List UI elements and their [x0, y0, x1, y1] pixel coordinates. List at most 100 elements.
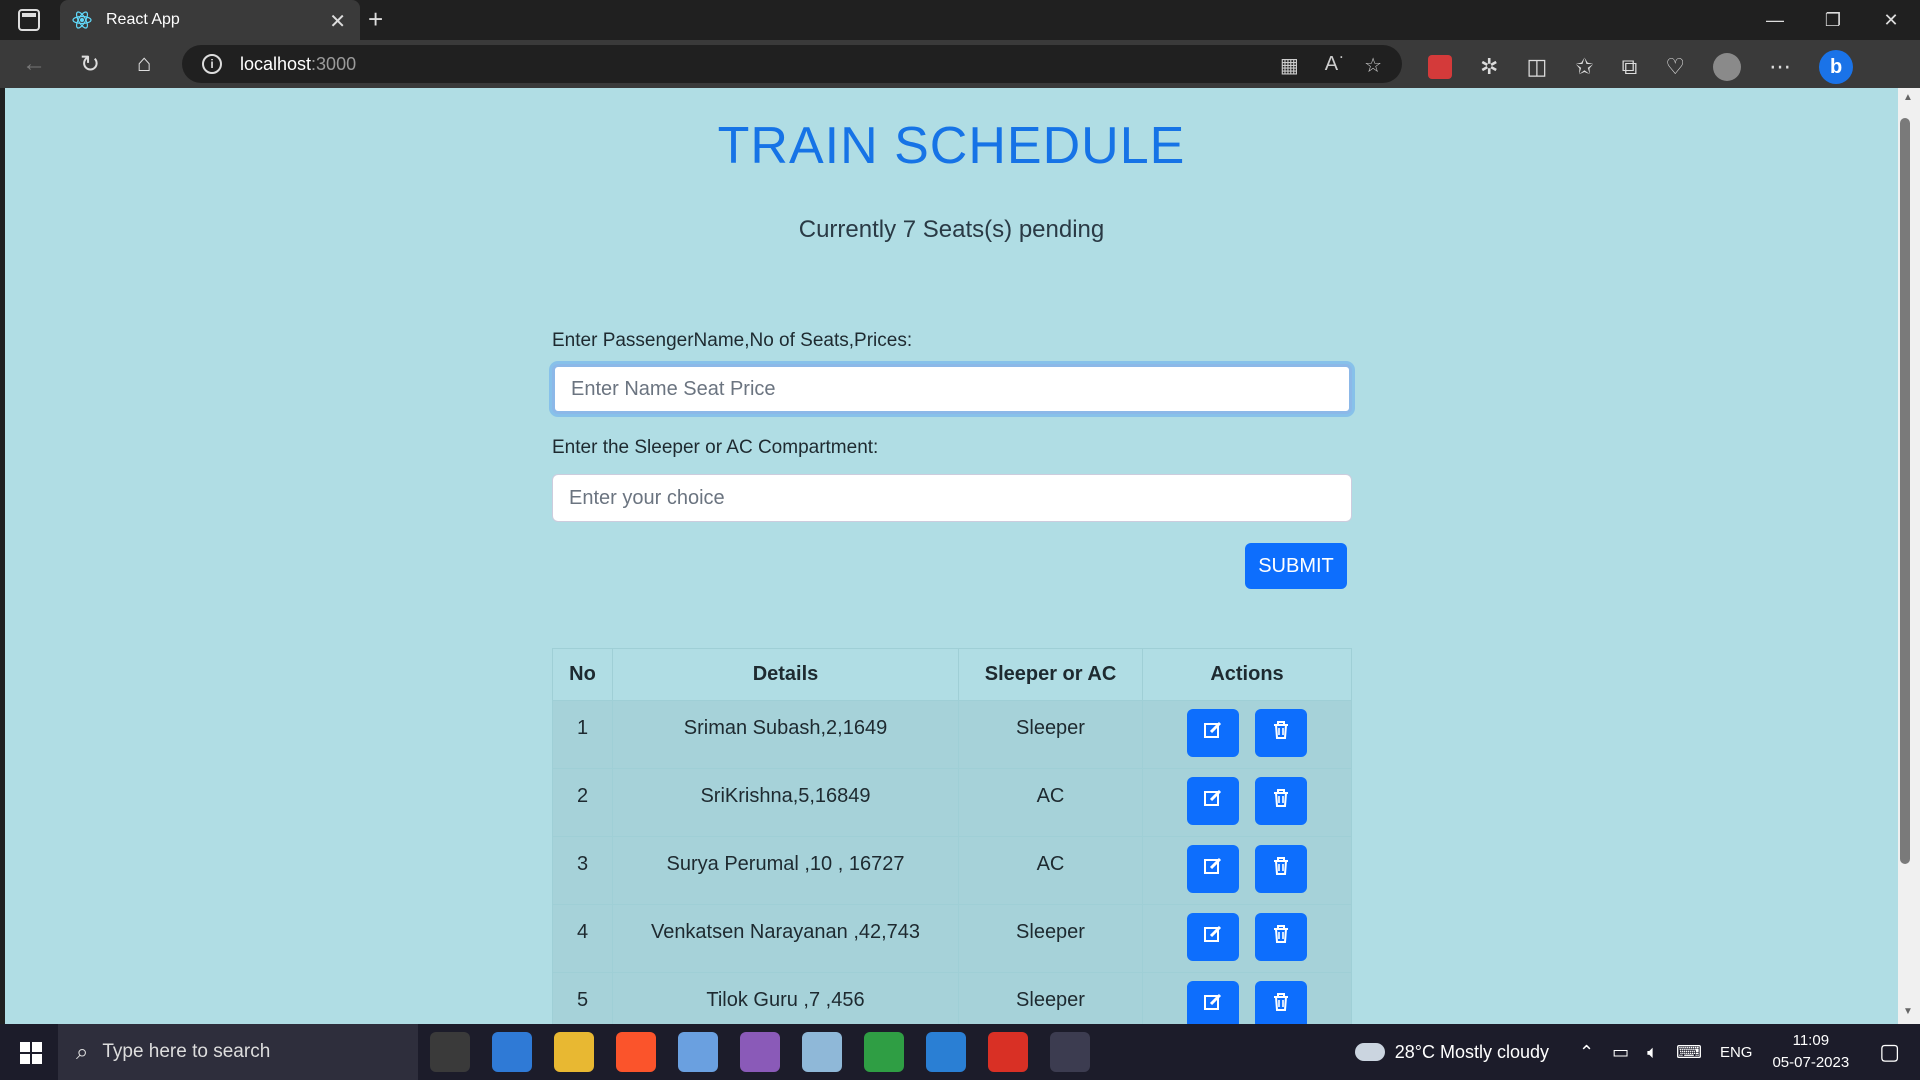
home-icon[interactable]: ⌂: [128, 50, 160, 78]
edit-button[interactable]: [1187, 981, 1239, 1024]
app-icon[interactable]: [802, 1032, 842, 1072]
delete-button[interactable]: [1255, 709, 1307, 757]
back-icon[interactable]: ←: [18, 50, 50, 78]
start-icon[interactable]: [20, 1042, 42, 1064]
edit-button[interactable]: [1187, 913, 1239, 961]
page-title: TRAIN SCHEDULE: [717, 117, 1186, 175]
weather-widget[interactable]: 28°C Mostly cloudy: [1354, 1041, 1550, 1063]
extension-icon[interactable]: [1428, 55, 1452, 79]
delete-button[interactable]: [1255, 777, 1307, 825]
scroll-thumb[interactable]: [1900, 118, 1910, 864]
row-actions: [1142, 904, 1352, 973]
trash-icon: [1272, 720, 1290, 746]
file-explorer-icon[interactable]: [554, 1032, 594, 1072]
weather-text: 28°C Mostly cloudy: [1394, 1041, 1550, 1062]
tray-chevron-icon[interactable]: ⌃: [1579, 1042, 1594, 1063]
row-actions: [1142, 836, 1352, 905]
scroll-down-icon[interactable]: ▼: [1898, 1006, 1918, 1017]
passenger-input-label: Enter PassengerName,No of Seats,Prices:: [552, 330, 913, 351]
extension-icons: ✲ ◫ ✩ ⧉ ♡ ⋯ b: [1428, 50, 1854, 84]
task-view-icon[interactable]: [430, 1032, 470, 1072]
window-controls: — ❐ ✕: [1746, 0, 1920, 40]
delete-button[interactable]: [1255, 913, 1307, 961]
trash-icon: [1272, 992, 1290, 1018]
performance-icon[interactable]: ♡: [1665, 54, 1685, 80]
edit-icon: [1203, 992, 1223, 1018]
bing-copilot-icon[interactable]: b: [1819, 50, 1854, 84]
seats-pending-text: Currently 7 Seats(s) pending: [798, 216, 1105, 243]
row-type: AC: [958, 768, 1143, 837]
compartment-input[interactable]: [552, 474, 1352, 522]
header-type: Sleeper or AC: [958, 648, 1143, 701]
close-window-icon[interactable]: ✕: [1862, 0, 1920, 40]
favorites-icon[interactable]: ✩: [1575, 54, 1593, 80]
row-details: Sriman Subash,2,1649: [612, 700, 959, 769]
read-aloud-icon[interactable]: A͘: [1325, 53, 1338, 78]
chrome-icon[interactable]: [864, 1032, 904, 1072]
favorite-star-icon[interactable]: ☆: [1364, 53, 1382, 78]
table-row: 2 SriKrishna,5,16849 AC: [552, 768, 1352, 837]
delete-button[interactable]: [1255, 981, 1307, 1024]
submit-button[interactable]: SUBMIT: [1245, 543, 1347, 589]
more-menu-icon[interactable]: ⋯: [1769, 54, 1791, 80]
delete-button[interactable]: [1255, 845, 1307, 893]
trash-icon: [1272, 788, 1290, 814]
tab-title: React App: [106, 11, 180, 28]
notifications-icon[interactable]: ▢: [1879, 1039, 1900, 1065]
row-actions: [1142, 700, 1352, 769]
row-type: AC: [958, 836, 1143, 905]
passenger-input[interactable]: [552, 364, 1352, 414]
split-screen-icon[interactable]: ◫: [1526, 54, 1547, 80]
store-icon[interactable]: [492, 1032, 532, 1072]
clock-date: 05-07-2023: [1772, 1054, 1850, 1071]
row-details: Tilok Guru ,7 ,456: [612, 972, 959, 1024]
minimize-icon[interactable]: —: [1746, 0, 1804, 40]
notes-icon[interactable]: [740, 1032, 780, 1072]
app-available-icon[interactable]: ▦: [1280, 53, 1299, 78]
table-row: 5 Tilok Guru ,7 ,456 Sleeper: [552, 972, 1352, 1024]
clock[interactable]: 11:09 05-07-2023: [1772, 1030, 1849, 1074]
taskbar-search[interactable]: ⌕ Type here to search: [58, 1024, 418, 1080]
profile-avatar[interactable]: [1713, 53, 1742, 81]
header-actions: Actions: [1142, 648, 1352, 701]
row-no: 4: [552, 904, 613, 973]
header-details: Details: [612, 648, 959, 701]
edit-button[interactable]: [1187, 709, 1239, 757]
compartment-input-label: Enter the Sleeper or AC Compartment:: [552, 437, 879, 458]
edit-button[interactable]: [1187, 777, 1239, 825]
info-icon[interactable]: i: [202, 54, 222, 74]
row-type: Sleeper: [958, 904, 1143, 973]
row-actions: [1142, 768, 1352, 837]
edit-icon: [1203, 720, 1223, 746]
row-details: SriKrishna,5,16849: [612, 768, 959, 837]
row-type: Sleeper: [958, 972, 1143, 1024]
browser-titlebar: React App ✕ + — ❐ ✕: [0, 0, 1920, 40]
address-bar[interactable]: i localhost:3000 ▦ A͘ ☆: [182, 45, 1402, 83]
restore-icon[interactable]: ❐: [1804, 0, 1862, 40]
edit-icon: [1203, 856, 1223, 882]
taskbar-apps: [430, 1032, 1090, 1072]
collections-icon[interactable]: ⧉: [1622, 54, 1638, 80]
vscode-icon[interactable]: [926, 1032, 966, 1072]
close-tab-icon[interactable]: ✕: [329, 9, 346, 34]
volume-icon[interactable]: 🔈︎: [1647, 1042, 1658, 1063]
network-icon[interactable]: ▭: [1612, 1042, 1629, 1063]
schedule-table: No Details Sleeper or AC Actions 1 Sriman…: [552, 648, 1352, 1024]
chrome-profile-icon[interactable]: [988, 1032, 1028, 1072]
scroll-up-icon[interactable]: ▲: [1898, 92, 1918, 103]
keyboard-icon[interactable]: ⌨: [1676, 1042, 1702, 1063]
refresh-icon[interactable]: ↻: [74, 50, 106, 78]
edge-icon[interactable]: [1050, 1032, 1090, 1072]
row-no: 5: [552, 972, 613, 1024]
url-port: :3000: [311, 53, 357, 74]
browser-tab[interactable]: React App ✕: [60, 0, 360, 40]
edit-button[interactable]: [1187, 845, 1239, 893]
tab-actions-icon[interactable]: [18, 9, 40, 31]
react-icon: [72, 11, 92, 29]
language-indicator[interactable]: ENG: [1720, 1044, 1753, 1061]
paint-icon[interactable]: [678, 1032, 718, 1072]
brave-icon[interactable]: [616, 1032, 656, 1072]
new-tab-icon[interactable]: +: [368, 4, 383, 35]
row-details: Venkatsen Narayanan ,42,743: [612, 904, 959, 973]
extensions-puzzle-icon[interactable]: ✲: [1480, 54, 1498, 80]
